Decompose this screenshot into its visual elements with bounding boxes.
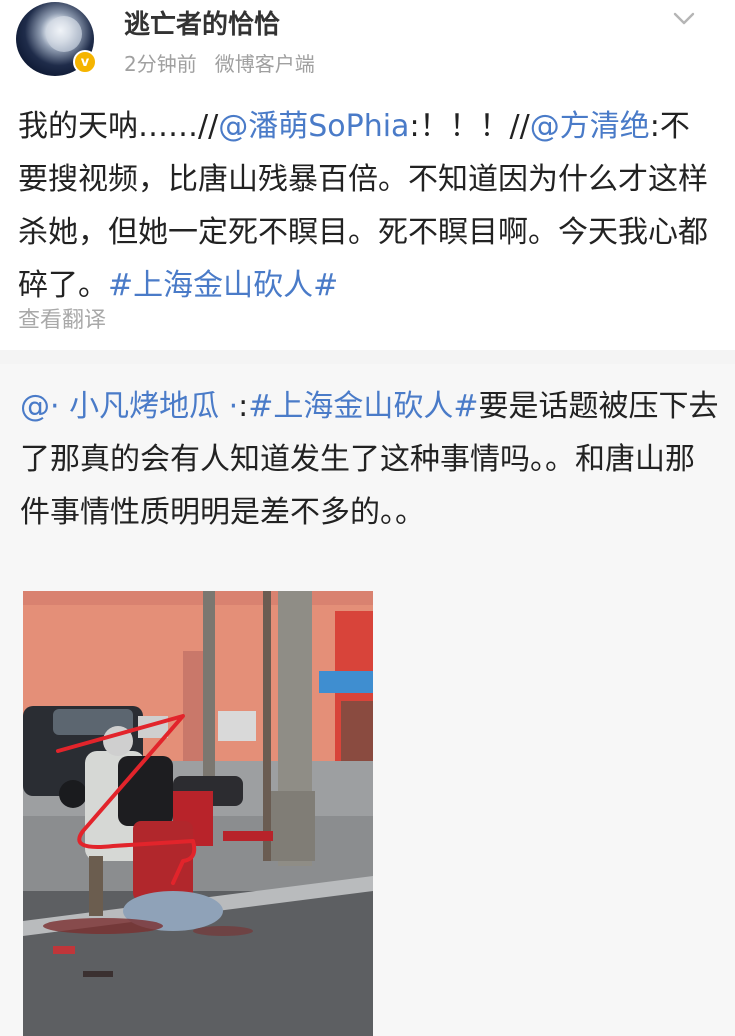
mention-link[interactable]: @方清绝 — [530, 109, 650, 144]
repost-body: @· 小凡烤地瓜 ·:#上海金山砍人#要是话题被压下去了那真的会有人知道发生了这… — [20, 380, 720, 539]
chevron-down-icon[interactable] — [672, 6, 696, 30]
street-scene-image — [23, 591, 373, 1036]
username[interactable]: 逃亡者的恰恰 — [124, 4, 280, 41]
divider — [0, 350, 735, 364]
mention-link[interactable]: @· 小凡烤地瓜 · — [20, 389, 238, 424]
post-body: 我的天呐……//@潘萌SoPhia:！！！//@方清绝:不要搜视频，比唐山残暴百… — [18, 100, 718, 312]
verified-badge-icon: v — [73, 50, 97, 74]
hashtag-link[interactable]: #上海金山砍人# — [248, 389, 478, 424]
post-text: 我的天呐……// — [18, 109, 219, 144]
repost-text: : — [238, 389, 249, 424]
post-text: :！！！// — [409, 109, 530, 144]
post-header: v 逃亡者的恰恰 2分钟前 微博客户端 — [0, 0, 735, 90]
mention-link[interactable]: @潘萌SoPhia — [218, 109, 409, 144]
translate-link[interactable]: 查看翻译 — [18, 302, 106, 334]
post-image[interactable] — [23, 591, 373, 1036]
repost-card[interactable]: @· 小凡烤地瓜 ·:#上海金山砍人#要是话题被压下去了那真的会有人知道发生了这… — [0, 364, 735, 1036]
post-source: 微博客户端 — [214, 52, 315, 76]
post-time: 2分钟前 — [124, 52, 197, 76]
hashtag-link[interactable]: #上海金山砍人# — [108, 268, 338, 303]
post-meta: 2分钟前 微博客户端 — [124, 48, 315, 77]
